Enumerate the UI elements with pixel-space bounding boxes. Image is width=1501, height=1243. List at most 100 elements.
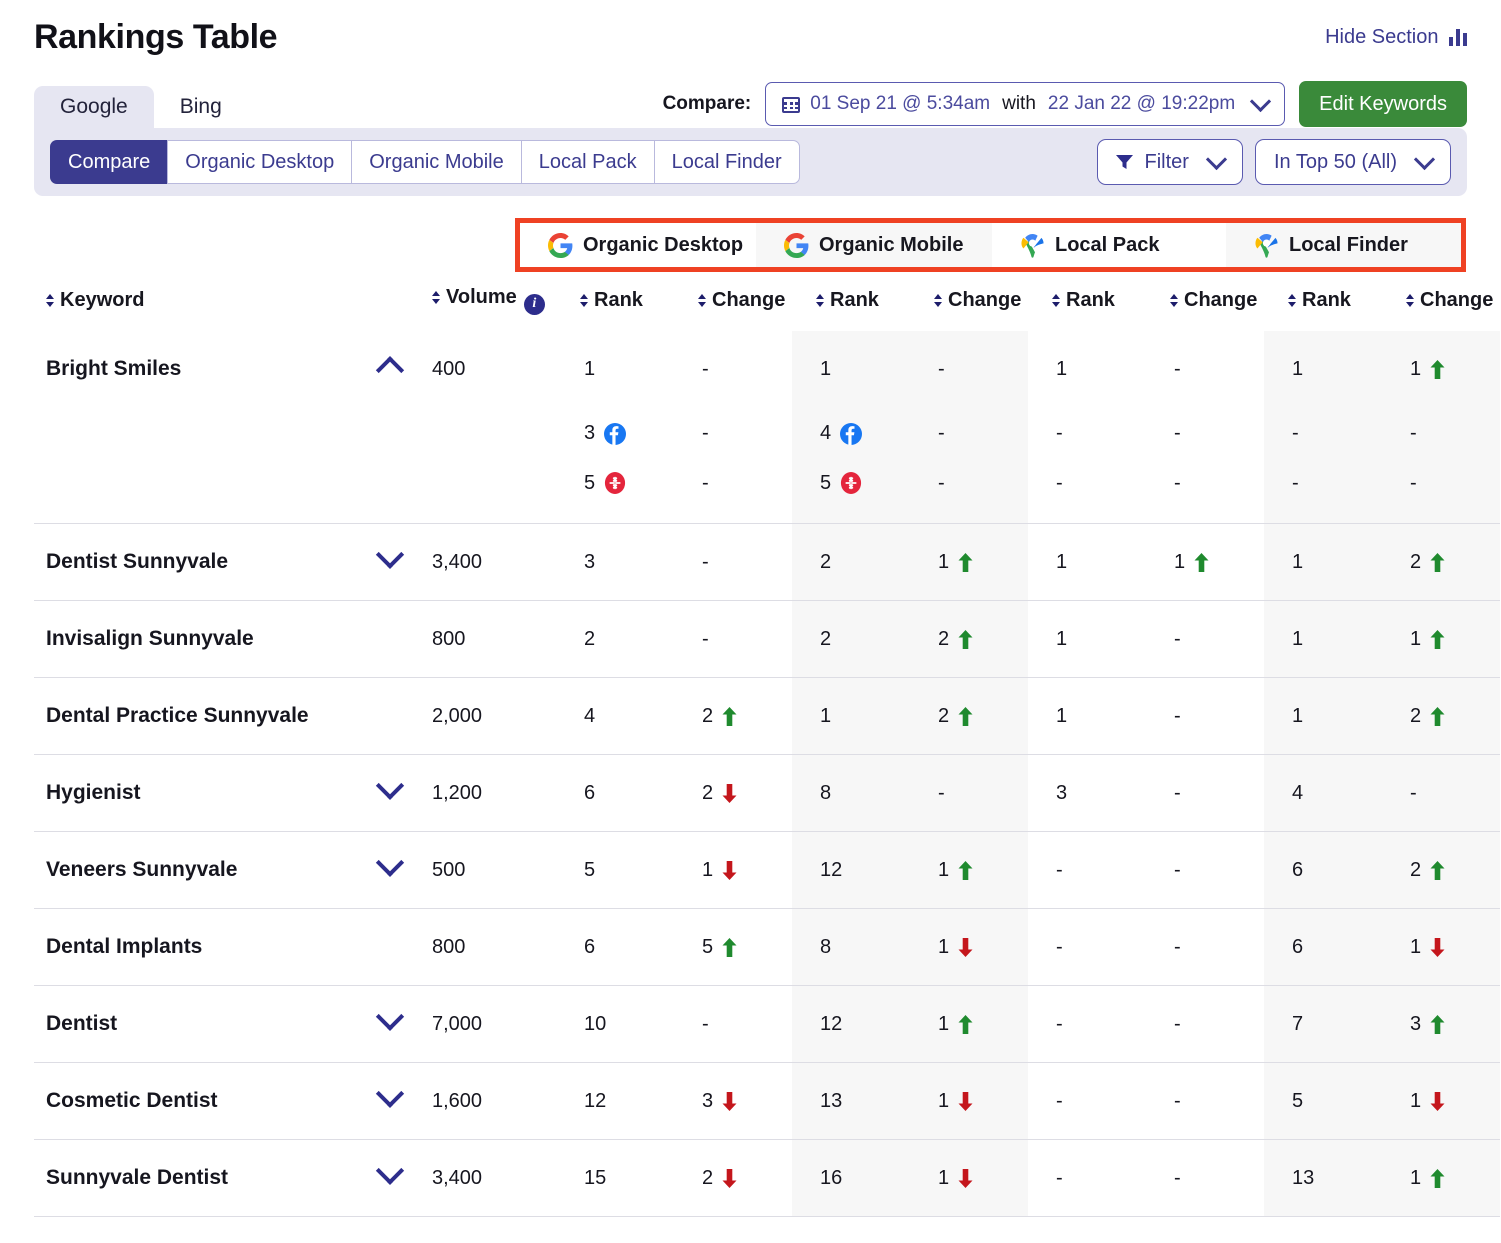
cell-change-local-finder: 1 [1382, 600, 1500, 678]
tab-bing[interactable]: Bing [154, 86, 248, 128]
rank-value: 2 [820, 627, 832, 650]
cell-rank-local-finder: - [1264, 459, 1382, 524]
cell-expand-toggle [354, 677, 426, 755]
column-group-local-pack[interactable]: Local Pack [992, 223, 1226, 267]
table-row[interactable]: Bright Smiles 400 1 - 1 - 1 - 1 1 [34, 330, 1500, 408]
rank-value: 6 [584, 935, 596, 958]
cell-expand-toggle[interactable] [354, 523, 426, 601]
sort-icon [580, 293, 589, 308]
table-row[interactable]: Sunnyvale Dentist 3,400 15 2 16 1 - - 13 1 [34, 1139, 1500, 1217]
cell-expand-toggle[interactable] [354, 1062, 426, 1140]
column-header-change-local-pack[interactable]: Change [1146, 280, 1264, 331]
change-value: 2 [1410, 858, 1422, 881]
cell-expand-toggle[interactable] [354, 831, 426, 909]
table-row[interactable]: Dentist 7,000 10 - 12 1 - - 7 3 [34, 985, 1500, 1063]
cell-rank-organic-desktop: 3 [556, 408, 674, 460]
view-tab-local-finder[interactable]: Local Finder [653, 140, 800, 184]
chevron-down-icon [1250, 90, 1272, 112]
date-range-selector[interactable]: 01 Sep 21 @ 5:34am with 22 Jan 22 @ 19:2… [765, 82, 1286, 126]
cell-rank-local-finder: 13 [1264, 1139, 1382, 1217]
engine-tabstrip: Google Bing Compare: 01 Sep 21 @ 5:34am … [34, 81, 1467, 128]
hide-section-button[interactable]: Hide Section [1325, 26, 1467, 49]
toolbar-filters: Filter In Top 50 (All) [1096, 139, 1451, 185]
chevron-down-icon[interactable] [375, 1079, 405, 1108]
rank-value: 8 [820, 935, 832, 958]
chevron-down-icon[interactable] [375, 771, 405, 800]
column-header-label: Rank [594, 288, 643, 311]
cell-rank-organic-mobile: 2 [792, 600, 910, 678]
cell-keyword: Bright Smiles [46, 357, 182, 380]
table-row[interactable]: Invisalign Sunnyvale 800 2 - 2 2 1 - 1 1 [34, 600, 1500, 678]
column-group-organic-mobile[interactable]: Organic Mobile [756, 223, 992, 267]
arrow-down-icon [722, 1168, 737, 1188]
cell-volume: 1,200 [426, 754, 556, 832]
info-icon[interactable]: i [523, 293, 545, 315]
table-header: Keyword Volume i Rank Change Rank Change … [34, 280, 1500, 331]
view-tab-local-pack[interactable]: Local Pack [520, 140, 654, 184]
chevron-down-icon[interactable] [375, 1156, 405, 1185]
column-group-local-finder[interactable]: Local Finder [1226, 223, 1461, 267]
chevron-down-icon[interactable] [375, 540, 405, 569]
column-header-volume[interactable]: Volume i [426, 280, 556, 331]
filter-dropdown[interactable]: Filter [1096, 139, 1243, 185]
table-row[interactable]: Hygienist 1,200 6 2 8 - 3 - 4 - [34, 754, 1500, 832]
column-header-rank-organic-mobile[interactable]: Rank [792, 280, 910, 331]
table-row[interactable]: Cosmetic Dentist 1,600 12 3 13 1 - - 5 1 [34, 1062, 1500, 1140]
column-header-change-organic-mobile[interactable]: Change [910, 280, 1028, 331]
view-tab-compare[interactable]: Compare [50, 140, 168, 184]
table-row[interactable]: Veneers Sunnyvale 500 5 1 12 1 - - 6 2 [34, 831, 1500, 909]
cell-change-local-finder: 2 [1382, 677, 1500, 755]
cell-change-organic-mobile: - [910, 330, 1028, 408]
sort-icon [1052, 293, 1061, 308]
top-range-label: In Top 50 (All) [1273, 150, 1397, 173]
column-header-change-local-finder[interactable]: Change [1382, 280, 1500, 331]
rank-value: 10 [584, 1012, 607, 1035]
chevron-down-icon[interactable] [375, 1002, 405, 1031]
top-range-dropdown[interactable]: In Top 50 (All) [1254, 139, 1451, 185]
rank-value: 8 [820, 781, 832, 804]
change-value: 2 [1410, 550, 1422, 573]
cell-expand-toggle[interactable] [354, 985, 426, 1063]
table-row[interactable]: Dental Practice Sunnyvale 2,000 4 2 1 2 1 - 1 2 [34, 677, 1500, 755]
chevron-up-icon[interactable] [375, 356, 405, 385]
bar-chart-icon [1448, 28, 1467, 46]
arrow-up-icon [958, 860, 973, 880]
cell-change-local-finder: 2 [1382, 523, 1500, 601]
arrow-up-icon [1430, 860, 1445, 880]
cell-keyword: Dental Practice Sunnyvale [34, 677, 354, 755]
rank-value: 1 [1292, 704, 1304, 727]
change-value: - [1174, 357, 1181, 380]
cell-expand-toggle[interactable] [354, 754, 426, 832]
table-row[interactable]: Dental Implants 800 6 5 8 1 - - 6 1 [34, 908, 1500, 986]
arrow-down-icon [722, 860, 737, 880]
table-row[interactable]: Dentist Sunnyvale 3,400 3 - 2 1 1 1 1 2 [34, 523, 1500, 601]
cell-rank-local-pack: - [1028, 1139, 1146, 1217]
yelp-icon [841, 472, 862, 495]
column-group-organic-desktop[interactable]: Organic Desktop [520, 223, 756, 267]
cell-expand-toggle[interactable] [354, 331, 426, 408]
cell-change-local-finder: - [1382, 459, 1500, 524]
arrow-up-icon [1430, 359, 1445, 379]
view-tab-organic-mobile[interactable]: Organic Mobile [351, 140, 521, 184]
view-tabs: Compare Organic Desktop Organic Mobile L… [50, 140, 800, 184]
arrow-down-icon [958, 937, 973, 957]
chevron-down-icon[interactable] [375, 848, 405, 877]
arrow-up-icon [1430, 552, 1445, 572]
change-value: - [702, 550, 709, 573]
column-header-rank-organic-desktop[interactable]: Rank [556, 280, 674, 331]
tab-google[interactable]: Google [34, 86, 154, 128]
rank-value: 4 [584, 704, 596, 727]
column-header-label: Keyword [60, 288, 145, 311]
column-header-change-organic-desktop[interactable]: Change [674, 280, 792, 331]
edit-keywords-button[interactable]: Edit Keywords [1299, 81, 1467, 127]
column-header-keyword[interactable]: Keyword [34, 280, 426, 331]
cell-expand-toggle[interactable] [354, 1139, 426, 1217]
cell-rank-organic-desktop: 6 [556, 754, 674, 832]
cell-change-local-pack: - [1146, 831, 1264, 909]
view-tab-organic-desktop[interactable]: Organic Desktop [167, 140, 352, 184]
change-value: 1 [938, 1012, 950, 1035]
rank-value: 13 [1292, 1166, 1315, 1189]
column-header-rank-local-finder[interactable]: Rank [1264, 280, 1382, 331]
change-value: - [1174, 1166, 1181, 1189]
column-header-rank-local-pack[interactable]: Rank [1028, 280, 1146, 331]
